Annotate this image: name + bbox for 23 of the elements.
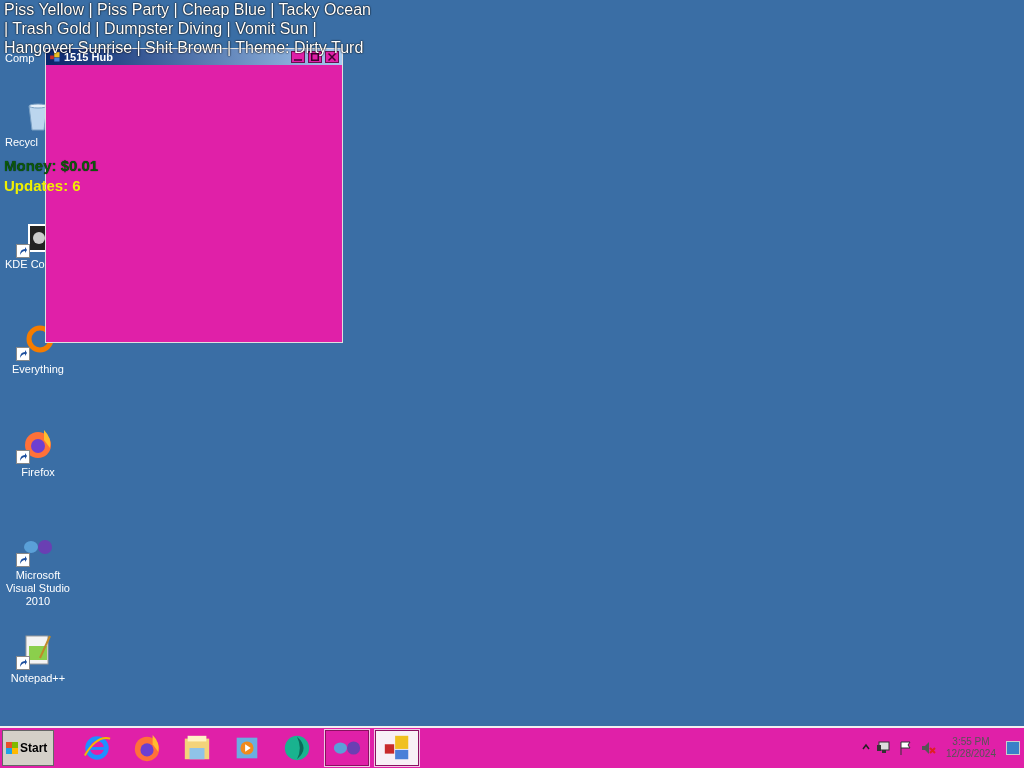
close-button[interactable] bbox=[325, 51, 339, 63]
show-desktop-button[interactable] bbox=[1006, 741, 1020, 755]
theme-text: Piss Yellow | Piss Party | Cheap Blue | Tacky Ocean bbox=[4, 0, 371, 19]
flag-icon[interactable] bbox=[897, 740, 914, 756]
icon-label[interactable]: Microsoft Visual Studio 2010 bbox=[0, 569, 76, 608]
taskbar-button[interactable] bbox=[324, 729, 370, 767]
icon-label[interactable]: KDE Co bbox=[5, 258, 45, 271]
minimize-icon bbox=[294, 59, 302, 61]
taskbar-button[interactable] bbox=[374, 729, 420, 767]
icon-label[interactable]: Firefox bbox=[21, 466, 55, 479]
firefox-icon bbox=[22, 428, 54, 460]
notepad-icon bbox=[22, 634, 54, 666]
sphere-icon bbox=[282, 733, 312, 763]
icon-label[interactable]: Notepad++ bbox=[10, 672, 66, 685]
icon-label[interactable]: Everything bbox=[12, 363, 64, 376]
close-icon bbox=[328, 53, 336, 61]
icon-label[interactable]: Recycl bbox=[5, 136, 38, 149]
start-button[interactable]: Start bbox=[2, 730, 54, 766]
browser-icon bbox=[82, 733, 112, 763]
theme-text: | Trash Gold | Dumpster Diving | Vomit Sun | bbox=[4, 19, 318, 38]
firefox-icon bbox=[132, 733, 162, 763]
windows-logo-icon bbox=[5, 741, 19, 755]
network-icon[interactable] bbox=[875, 740, 892, 756]
